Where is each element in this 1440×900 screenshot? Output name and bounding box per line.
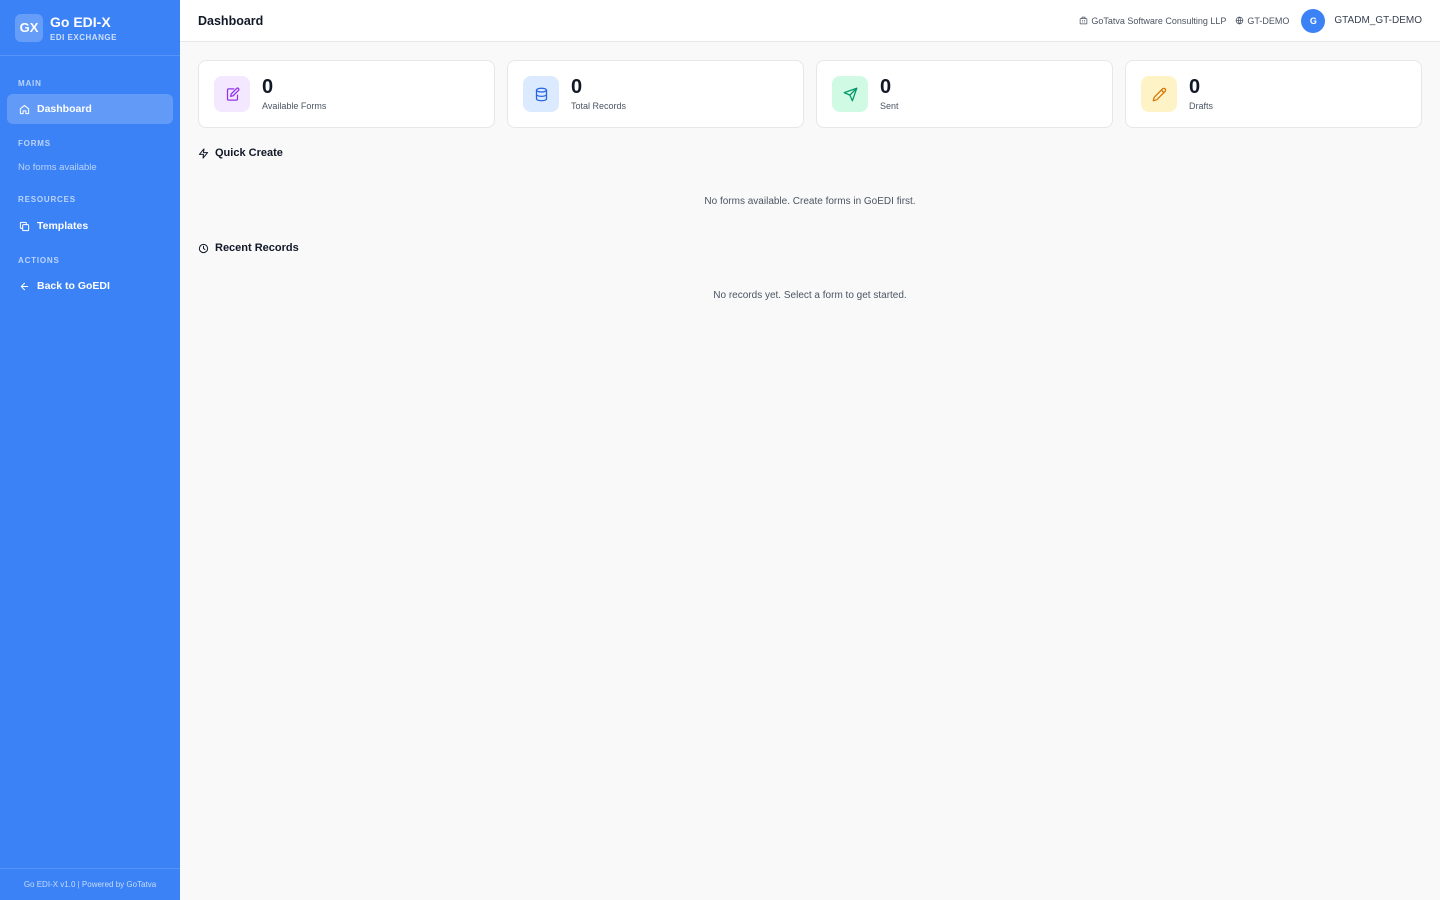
arrow-left-icon [20,282,29,290]
building-icon [1080,16,1088,25]
section-label-actions: ACTIONS [18,256,60,265]
sidebar-footer: Go EDI-X v1.0 | Powered by GoTatva [0,868,180,900]
edit-document-icon [226,87,239,101]
tenant-info: GT-DEMO [1235,16,1289,26]
stat-label: Total Records [571,101,627,111]
clock-icon [198,243,209,253]
stat-card-available-forms: 0 Available Forms [198,60,495,128]
stat-value: 0 [880,76,892,98]
avatar[interactable]: G [1301,8,1326,33]
stat-card-sent: 0 Sent [816,60,1113,128]
card-icon-box [1141,76,1177,112]
section-title: Recent Records [215,242,299,254]
stat-value: 0 [571,76,583,98]
section-label-resources: RESOURCES [18,195,76,204]
stat-label: Available Forms [262,101,327,111]
copy-icon [19,221,30,231]
sidebar-item-label: Templates [37,220,89,232]
card-icon-box [523,76,559,112]
stat-value: 0 [262,76,274,98]
tenant-name: GT-DEMO [1247,15,1290,26]
globe-icon [1236,16,1244,25]
company-info: GoTatva Software Consulting LLP [1079,16,1226,26]
card-icon-box [214,76,250,112]
stat-card-total-records: 0 Total Records [507,60,804,128]
recent-records-heading: Recent Records [198,242,299,254]
sidebar-item-templates[interactable]: Templates [7,211,173,241]
section-label-forms: FORMS [18,139,51,148]
stat-label: Sent [880,101,899,111]
brand-name: Go EDI-X [50,13,111,30]
pencil-icon [1152,87,1166,101]
brand-subtitle: EDI EXCHANGE [50,32,117,42]
stat-card-drafts: 0 Drafts [1125,60,1422,128]
top-header: Dashboard GoTatva Software Consulting LL… [180,0,1440,42]
page-title: Dashboard [198,13,264,28]
recent-records-empty-message: No records yet. Select a form to get sta… [713,290,907,301]
stats-row: 0 Available Forms 0 Total Records 0 Sent… [198,60,1422,128]
quick-create-empty-message: No forms available. Create forms in GoED… [704,196,916,207]
sidebar: GX Go EDI-X EDI EXCHANGE MAIN Dashboard … [0,0,180,900]
brand-logo: GX [15,13,43,42]
send-icon [843,87,857,101]
sidebar-item-back-to-goedi[interactable]: Back to GoEDI [7,271,173,301]
brand: GX Go EDI-X EDI EXCHANGE [0,0,180,56]
stat-value: 0 [1189,76,1201,98]
section-title: Quick Create [215,147,283,159]
company-name: GoTatva Software Consulting LLP [1091,15,1227,26]
stat-label: Drafts [1189,101,1214,111]
sidebar-item-label: Dashboard [37,103,92,115]
forms-empty-note: No forms available [18,162,97,173]
sidebar-item-label: Back to GoEDI [37,280,110,292]
username[interactable]: GTADM_GT-DEMO [1334,15,1422,26]
section-label-main: MAIN [18,79,42,88]
lightning-icon [198,147,209,159]
home-icon [19,104,30,114]
database-icon [535,87,547,101]
quick-create-heading: Quick Create [198,147,283,159]
sidebar-item-dashboard[interactable]: Dashboard [7,94,173,124]
card-icon-box [832,76,868,112]
